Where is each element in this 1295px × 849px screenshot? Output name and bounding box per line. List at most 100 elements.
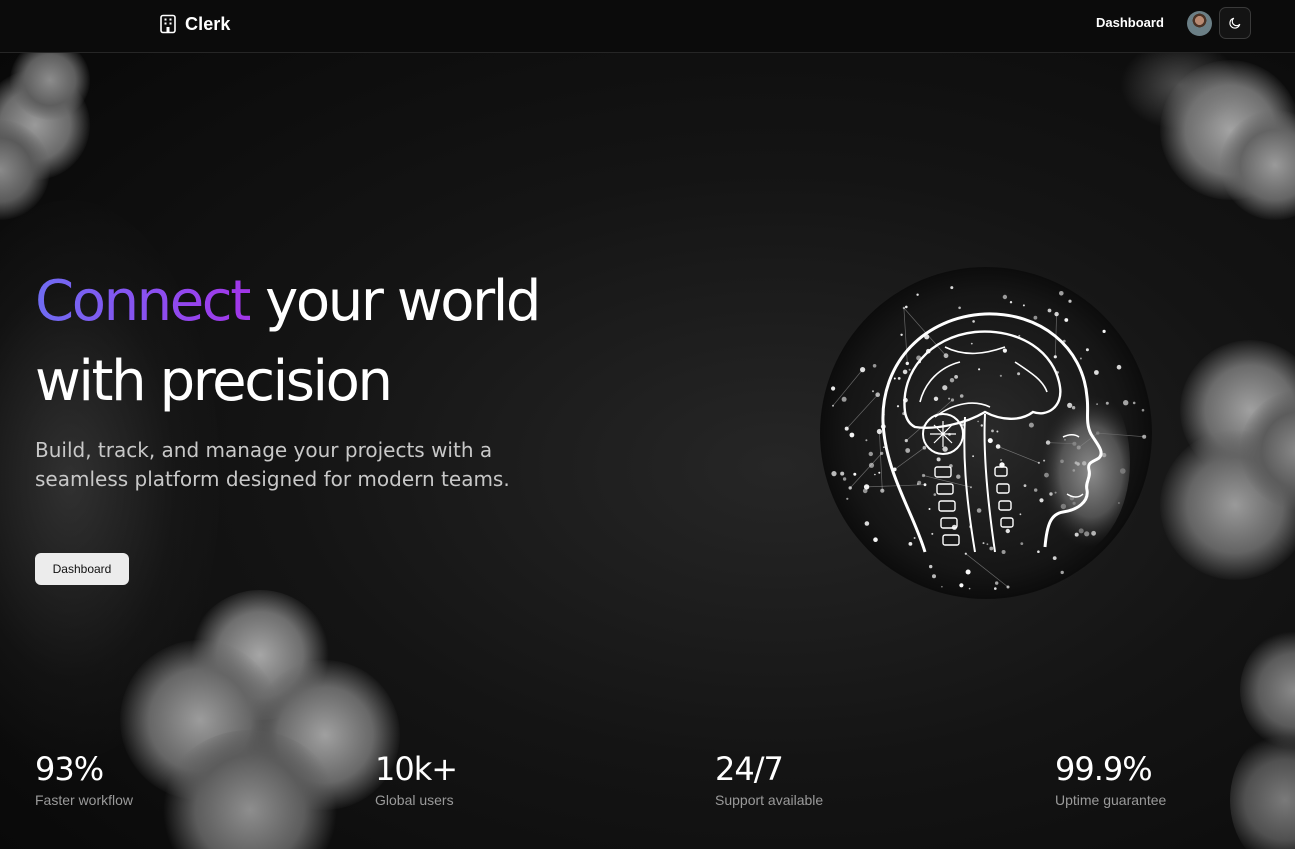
network-node-dot (1085, 348, 1089, 352)
network-node-dot (942, 446, 948, 452)
network-node-dot (1033, 315, 1038, 320)
moon-icon (1229, 17, 1241, 29)
cloud-bottom-right-decoration (1230, 620, 1295, 849)
network-node-dot (916, 293, 919, 296)
network-node-dot (1123, 400, 1129, 406)
stat-value: 10k+ (375, 750, 458, 788)
network-node-dot (917, 480, 922, 485)
network-node-dot (902, 369, 908, 375)
cloud-bottom-left-decoration (100, 590, 400, 849)
stat-global-users: 10k+ Global users (375, 750, 458, 810)
cloud-top-left-decoration (0, 40, 120, 220)
network-node-dot (980, 424, 983, 427)
brain-network-illustration (820, 267, 1152, 599)
network-node-dot (965, 569, 971, 575)
building-icon (160, 14, 176, 34)
network-node-dot (991, 429, 994, 433)
network-node-dot (1047, 308, 1052, 313)
network-node-dot (986, 543, 989, 546)
network-node-dot (897, 377, 901, 380)
stat-label: Support available (715, 792, 824, 808)
network-node-dot (831, 471, 837, 477)
network-node-dot (942, 385, 948, 391)
network-node-dot (908, 542, 913, 546)
network-node-dot (987, 438, 993, 444)
hero-title-rest: your world (249, 269, 541, 334)
network-node-dot (1094, 370, 1099, 375)
network-node-dot (972, 320, 975, 323)
cloud-right-decoration (1140, 330, 1295, 590)
network-node-dot (831, 386, 836, 391)
network-node-dot (931, 532, 934, 535)
network-node-dot (905, 448, 911, 453)
stat-label: Uptime guarantee (1055, 792, 1167, 808)
network-node-dot (1064, 318, 1069, 322)
network-node-dot (1132, 401, 1136, 405)
stat-value: 24/7 (715, 750, 784, 788)
network-node-dot (849, 432, 855, 438)
network-node-dot (872, 390, 874, 393)
network-node-dot (913, 537, 916, 539)
network-node-dot (995, 581, 999, 585)
network-node-dot (1022, 304, 1025, 307)
network-node-dot (841, 396, 847, 402)
network-node-dot (868, 451, 873, 457)
network-node-dot (905, 305, 908, 309)
user-avatar[interactable] (1187, 11, 1212, 36)
network-node-dot (1068, 299, 1072, 303)
network-node-dot (949, 378, 955, 383)
network-node-dot (893, 377, 896, 380)
network-node-dot (1052, 556, 1057, 560)
stat-uptime-guarantee: 99.9% Uptime guarantee (1055, 750, 1166, 810)
network-node-dot (999, 374, 1002, 377)
network-node-dot (982, 542, 985, 545)
brand-name: Clerk (185, 13, 231, 34)
network-node-dot (954, 375, 958, 379)
stat-faster-workflow: 93% Faster workflow (35, 750, 133, 810)
network-node-dot (928, 508, 931, 510)
cloud-top-right-decoration (1120, 40, 1295, 220)
stat-value: 99.9% (1055, 750, 1153, 788)
network-node-dot (958, 306, 961, 310)
network-node-dot (853, 472, 857, 476)
network-node-dot (878, 471, 881, 474)
network-node-dot (950, 286, 954, 290)
network-node-dot (968, 587, 971, 590)
network-node-dot (1079, 357, 1082, 360)
network-node-dot (840, 471, 845, 476)
nav-dashboard-link[interactable]: Dashboard (1096, 15, 1164, 30)
network-node-dot (978, 368, 981, 371)
network-node-dot (941, 585, 943, 588)
top-navbar: Clerk Dashboard (0, 0, 1295, 53)
network-node-dot (846, 497, 849, 500)
network-node-dot (972, 455, 974, 458)
network-node-dot (896, 405, 900, 408)
network-node-dot (959, 394, 964, 398)
hero-title-line2: with precision (35, 349, 393, 414)
network-node-dot (956, 474, 961, 479)
network-node-dot (936, 457, 941, 462)
network-node-dot (1017, 372, 1021, 376)
network-node-dot (970, 342, 973, 345)
network-node-dot (959, 583, 964, 588)
landing-page: Clerk Dashboard Connect your world with p… (0, 0, 1295, 849)
network-node-dot (842, 477, 847, 481)
brand-logo[interactable]: Clerk (159, 12, 231, 36)
network-node-dot (976, 508, 982, 513)
network-node-dot (900, 333, 903, 336)
network-node-dot (1116, 364, 1122, 370)
network-node-dot (1102, 329, 1106, 333)
network-node-dot (872, 364, 877, 368)
network-node-dot (862, 488, 868, 494)
network-node-dot (1002, 294, 1008, 300)
network-node-dot (948, 397, 951, 400)
network-node-dot (977, 420, 979, 423)
network-node-dot (933, 493, 937, 496)
network-node-dot (864, 521, 870, 526)
hero-dashboard-button[interactable]: Dashboard (35, 553, 129, 585)
stat-label: Global users (375, 792, 454, 808)
theme-toggle-button[interactable] (1219, 7, 1251, 39)
network-node-dot (1141, 408, 1145, 412)
hero-subtitle: Build, track, and manage your projects w… (35, 438, 510, 491)
network-node-dot (1020, 542, 1024, 545)
